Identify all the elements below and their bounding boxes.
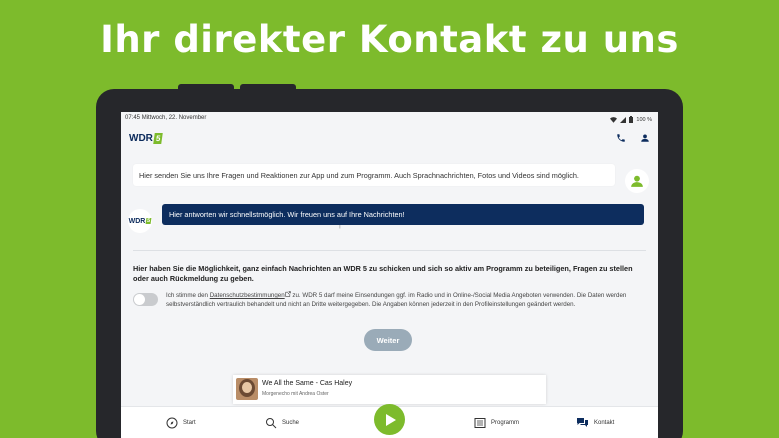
mini-player[interactable]: We All the Same - Cas Haley Morgenecho m… xyxy=(233,375,546,404)
search-icon xyxy=(266,418,277,429)
signal-icon xyxy=(620,116,627,123)
wdr5-logo[interactable]: WDR 5 xyxy=(129,132,164,144)
consent-text: Ich stimme den Datenschutzbestimmungen z… xyxy=(166,291,644,310)
profile-icon[interactable] xyxy=(640,133,650,143)
nav-start-label: Start xyxy=(183,420,196,426)
battery-icon xyxy=(629,116,634,123)
status-bar: 07:45 Mittwoch, 22. November 100 % xyxy=(121,112,658,124)
app-bar: WDR 5 xyxy=(121,124,658,152)
divider xyxy=(133,250,646,251)
list-icon xyxy=(474,418,486,428)
compass-icon xyxy=(166,417,178,429)
incoming-message: Hier senden Sie uns Ihre Fragen und Reak… xyxy=(133,164,615,186)
status-time: 07:45 xyxy=(125,115,141,121)
toggle-knob xyxy=(134,294,145,305)
nav-kontakt-label: Kontakt xyxy=(594,420,615,426)
wdr-avatar: WDR 5 xyxy=(128,209,152,233)
user-avatar xyxy=(625,169,649,193)
nav-kontakt[interactable]: Kontakt xyxy=(576,417,614,429)
chat-icon xyxy=(577,418,588,427)
privacy-policy-link[interactable]: Datenschutzbestimmungen xyxy=(210,292,285,299)
bottom-nav: Start Suche Programm Kontakt xyxy=(121,404,658,438)
status-date: Mittwoch, 22. November xyxy=(141,115,207,121)
user-icon xyxy=(631,175,643,187)
logo-text: WDR xyxy=(129,132,153,144)
outgoing-message: Hier antworten wir schnellstmöglich. Wir… xyxy=(162,204,644,225)
intro-text: Hier haben Sie die Möglichkeit, ganz ein… xyxy=(133,264,633,283)
album-cover xyxy=(236,378,258,400)
status-icons: 100 % xyxy=(610,115,652,124)
nav-suche-label: Suche xyxy=(282,420,300,426)
weiter-button[interactable]: Weiter xyxy=(364,329,412,351)
play-icon xyxy=(385,413,396,426)
avatar-logo-text: WDR xyxy=(128,217,146,225)
battery-level: 100 % xyxy=(636,116,652,123)
consent-toggle[interactable] xyxy=(133,293,158,306)
wifi-icon xyxy=(610,116,618,123)
wdr5-avatar-logo: WDR 5 xyxy=(129,218,152,225)
app-screen: 07:45 Mittwoch, 22. November 100 % WDR 5… xyxy=(121,112,658,438)
show-subtitle: Morgenecho mit Andrea Oster xyxy=(262,391,329,397)
nav-suche[interactable]: Suche xyxy=(265,417,299,429)
play-button[interactable] xyxy=(374,404,405,435)
phone-icon[interactable] xyxy=(616,133,626,143)
nav-programm[interactable]: Programm xyxy=(474,417,519,429)
logo-number: 5 xyxy=(153,132,164,144)
nav-programm-label: Programm xyxy=(491,420,520,426)
avatar-logo-number: 5 xyxy=(145,218,152,224)
promo-headline: Ihr direkter Kontakt zu uns xyxy=(100,18,679,61)
nav-start[interactable]: Start xyxy=(166,417,196,429)
track-title: We All the Same - Cas Haley xyxy=(262,380,353,387)
consent-before-link: Ich stimme den xyxy=(166,292,210,299)
